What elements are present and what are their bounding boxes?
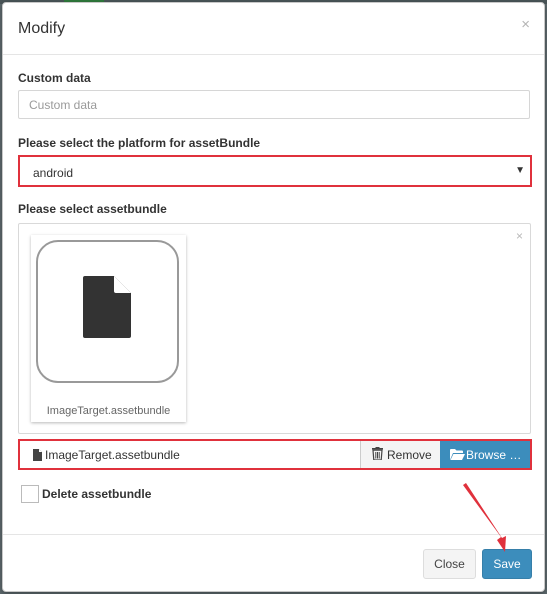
file-icon (33, 449, 42, 461)
folder-open-icon (450, 449, 465, 460)
platform-label: Please select the platform for assetBund… (18, 136, 261, 150)
file-preview-area: × ImageTarget.assetbundle (18, 223, 531, 434)
modify-dialog: Modify × Custom data Please select the p… (2, 2, 545, 592)
delete-assetbundle-checkbox[interactable] (21, 485, 39, 503)
footer-divider (3, 534, 544, 535)
caret-down-icon: ▼ (515, 165, 525, 176)
platform-selected-value: android (33, 166, 74, 180)
file-name-field[interactable]: ImageTarget.assetbundle (20, 441, 361, 468)
close-button[interactable]: Close (423, 549, 476, 579)
selected-file-name: ImageTarget.assetbundle (45, 448, 180, 462)
save-button[interactable]: Save (482, 549, 532, 579)
assetbundle-label: Please select assetbundle (18, 202, 167, 216)
remove-button[interactable]: Remove (361, 441, 440, 468)
trash-icon (372, 447, 383, 460)
dialog-title: Modify (18, 20, 66, 37)
file-preview-card: ImageTarget.assetbundle (31, 235, 186, 422)
close-icon[interactable]: × (521, 17, 530, 32)
clear-preview-icon[interactable]: × (516, 230, 523, 242)
custom-data-label: Custom data (18, 71, 91, 85)
custom-data-input[interactable] (18, 90, 530, 119)
delete-assetbundle-label: Delete assetbundle (42, 487, 152, 501)
remove-label: Remove (387, 448, 432, 462)
file-input-group: ImageTarget.assetbundle Remove Browse … (18, 439, 532, 470)
file-icon (83, 276, 131, 338)
file-preview-frame (36, 240, 179, 383)
platform-select[interactable]: android ▼ (18, 155, 532, 187)
browse-button[interactable]: Browse … (440, 441, 530, 468)
browse-label: Browse … (466, 448, 522, 462)
dialog-header: Modify × (3, 3, 544, 55)
preview-file-name: ImageTarget.assetbundle (46, 405, 171, 417)
